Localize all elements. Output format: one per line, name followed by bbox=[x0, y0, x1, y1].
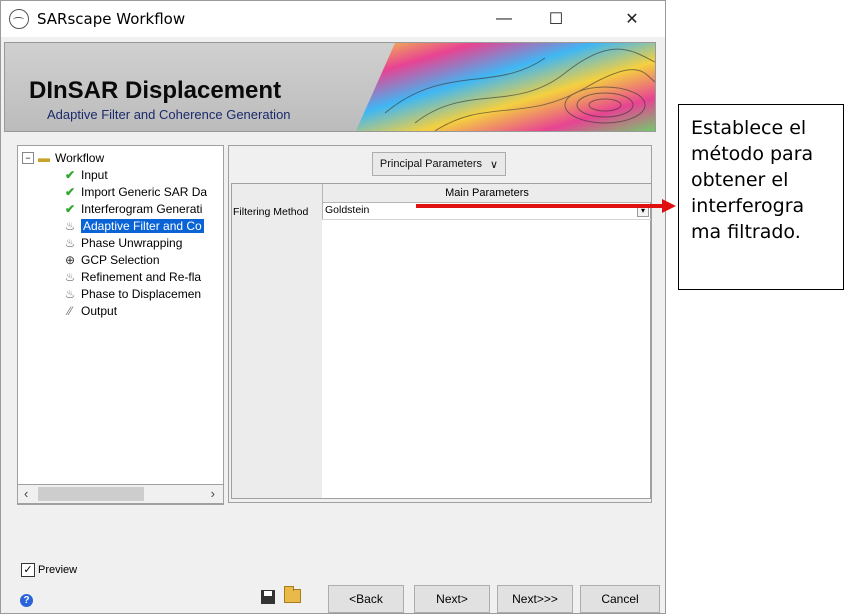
tree-item-label: Refinement and Re-fla bbox=[81, 270, 202, 284]
pending-icon: ♨ bbox=[64, 219, 76, 233]
tree-item-label: Phase to Displacemen bbox=[81, 287, 202, 301]
tree-root-workflow[interactable]: − ▬ Workflow bbox=[22, 150, 104, 166]
check-icon: ✔ bbox=[64, 202, 76, 216]
scroll-left-icon[interactable]: ‹ bbox=[24, 486, 28, 501]
callout-text: Establece el método para obtener el inte… bbox=[691, 115, 841, 245]
tree-item-label: Interferogram Generati bbox=[81, 202, 203, 216]
minimize-button[interactable]: — bbox=[481, 1, 527, 37]
pending-icon: ♨ bbox=[64, 287, 76, 301]
app-icon bbox=[9, 9, 29, 29]
preview-label: Preview bbox=[38, 564, 78, 576]
preview-checkbox[interactable]: ✓ Preview bbox=[21, 563, 77, 577]
annotation-arrow-head bbox=[662, 199, 676, 213]
tree-item-label: Output bbox=[81, 304, 118, 318]
filtering-method-value: Goldstein bbox=[325, 204, 370, 216]
tree-item-phase-to-displacement[interactable]: ♨ Phase to Displacemen bbox=[62, 286, 201, 302]
check-icon: ✔ bbox=[64, 185, 76, 199]
header-banner: DInSAR Displacement Adaptive Filter and … bbox=[4, 42, 656, 132]
annotation-arrow bbox=[416, 204, 666, 208]
principal-parameters-dropdown[interactable]: Principal Parameters ∨ bbox=[372, 152, 506, 176]
interferogram-image bbox=[355, 43, 655, 131]
next-button[interactable]: Next> bbox=[414, 585, 490, 613]
table-corner bbox=[232, 184, 322, 203]
help-icon[interactable]: ? bbox=[20, 594, 33, 607]
tree-item-label: Import Generic SAR Da bbox=[81, 185, 208, 199]
tree-item-interferogram[interactable]: ✔ Interferogram Generati bbox=[62, 201, 202, 217]
open-folder-icon[interactable] bbox=[284, 586, 301, 603]
back-button[interactable]: <Back bbox=[328, 585, 404, 613]
tree-item-output[interactable]: ⁄⁄ Output bbox=[62, 303, 117, 319]
save-icon[interactable] bbox=[261, 590, 275, 604]
tree-item-label: Phase Unwrapping bbox=[81, 236, 183, 250]
tree-item-label: Adaptive Filter and Co bbox=[81, 219, 204, 233]
tree-item-refinement[interactable]: ♨ Refinement and Re-fla bbox=[62, 269, 201, 285]
tree-horizontal-scrollbar[interactable]: ‹ › bbox=[17, 484, 224, 504]
folder-icon: ▬ bbox=[38, 151, 50, 165]
cancel-button[interactable]: Cancel bbox=[580, 585, 660, 613]
annotation-callout: Establece el método para obtener el inte… bbox=[678, 104, 844, 290]
maximize-button[interactable]: ☐ bbox=[533, 1, 579, 37]
scroll-right-icon[interactable]: › bbox=[211, 486, 215, 501]
chevron-down-icon: ∨ bbox=[490, 158, 499, 171]
tree-item-label: GCP Selection bbox=[81, 253, 160, 267]
callout-line: obtener el bbox=[691, 169, 789, 191]
tree-item-gcp-selection[interactable]: ⊕ GCP Selection bbox=[62, 252, 160, 268]
tree-root-label: Workflow bbox=[55, 151, 105, 165]
principal-parameters-label: Principal Parameters bbox=[379, 158, 483, 170]
window-title: SARscape Workflow bbox=[37, 10, 186, 28]
workflow-tree[interactable]: − ▬ Workflow ✔ Input ✔ Import Generic SA… bbox=[17, 145, 224, 505]
filtering-method-label: Filtering Method bbox=[233, 206, 309, 218]
title-bar[interactable]: SARscape Workflow — ☐ ✕ bbox=[1, 1, 665, 37]
callout-line: Establece el bbox=[691, 117, 807, 139]
scroll-thumb[interactable] bbox=[38, 487, 144, 501]
gcp-icon: ⊕ bbox=[64, 253, 76, 267]
callout-line: método para bbox=[691, 143, 814, 165]
row-header-column: Filtering Method bbox=[232, 202, 322, 498]
collapse-icon[interactable]: − bbox=[22, 152, 34, 164]
check-icon: ✔ bbox=[64, 168, 76, 182]
checkbox-icon[interactable]: ✓ bbox=[21, 563, 35, 577]
pending-icon: ♨ bbox=[64, 270, 76, 284]
pending-icon: ♨ bbox=[64, 236, 76, 250]
close-button[interactable]: ✕ bbox=[609, 1, 655, 37]
output-icon: ⁄⁄ bbox=[67, 304, 72, 318]
banner-subtitle: Adaptive Filter and Coherence Generation bbox=[47, 107, 291, 122]
callout-line: interferogra bbox=[691, 195, 805, 217]
tree-item-adaptive-filter[interactable]: ♨ Adaptive Filter and Co bbox=[62, 218, 204, 234]
tree-item-phase-unwrapping[interactable]: ♨ Phase Unwrapping bbox=[62, 235, 183, 251]
tree-item-input[interactable]: ✔ Input bbox=[62, 167, 108, 183]
main-parameters-table: Main Parameters Filtering Method Goldste… bbox=[231, 183, 651, 499]
tree-item-label: Input bbox=[81, 168, 108, 182]
table-header: Main Parameters bbox=[322, 184, 651, 203]
banner-title: DInSAR Displacement bbox=[29, 77, 282, 104]
callout-line: ma filtrado. bbox=[691, 221, 801, 243]
next-all-button[interactable]: Next>>> bbox=[497, 585, 573, 613]
tree-item-import[interactable]: ✔ Import Generic SAR Da bbox=[62, 184, 207, 200]
